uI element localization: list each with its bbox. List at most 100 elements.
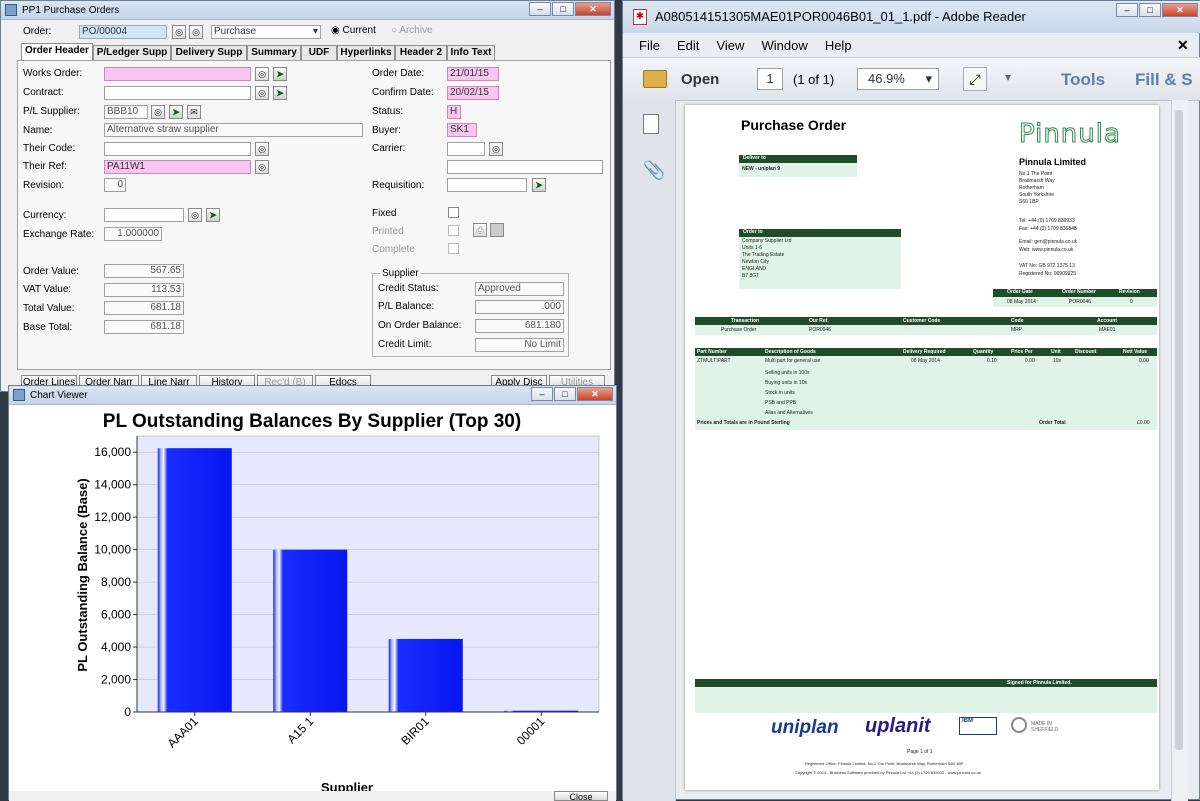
menu-window[interactable]: Window <box>762 38 808 53</box>
order-number-field[interactable]: PO/00004 <box>79 25 167 39</box>
vat-value-field[interactable]: 113.53 <box>104 283 184 297</box>
name-field[interactable]: Alternative straw supplier <box>104 123 363 137</box>
tab-delivery-supp[interactable]: Delivery Supp <box>171 45 247 60</box>
pl-supplier-field[interactable]: BBB10 <box>104 105 148 119</box>
binoculars-icon[interactable]: ◎ <box>255 86 269 100</box>
minimize-button[interactable]: – <box>531 387 553 401</box>
contract-field[interactable] <box>104 86 251 100</box>
credit-limit-field[interactable]: No Limit <box>475 338 564 352</box>
page-number-input[interactable]: 1 <box>757 68 783 90</box>
confirm-date-field[interactable]: 20/02/15 <box>447 86 499 100</box>
supplier-group-title: Supplier <box>380 268 421 279</box>
chart-titlebar[interactable]: Chart Viewer – □ ✕ <box>9 386 616 405</box>
carrier-code-field[interactable] <box>447 142 485 156</box>
status-label: Status: <box>372 106 404 117</box>
y-tick-label: 10,000 <box>94 543 131 557</box>
base-total-field[interactable]: 681.18 <box>104 320 184 334</box>
minimize-button[interactable]: – <box>1116 3 1138 17</box>
menu-view[interactable]: View <box>716 38 744 53</box>
revision-field[interactable]: 0 <box>104 178 126 192</box>
complete-checkbox[interactable] <box>448 243 459 254</box>
works-order-field[interactable] <box>104 67 251 81</box>
document-icon[interactable] <box>490 223 504 237</box>
tab-header-2[interactable]: Header 2 <box>395 45 447 60</box>
requisition-field[interactable] <box>447 178 527 192</box>
prices-note: Prices and Totals are in Pound Sterling <box>697 420 790 426</box>
binoculars-icon[interactable]: ◎ <box>255 160 269 174</box>
carrier-name-field[interactable] <box>447 160 603 174</box>
pdf-heading: Purchase Order <box>741 117 847 133</box>
minimize-button[interactable]: – <box>529 2 551 16</box>
their-code-field[interactable] <box>104 142 251 156</box>
reader-titlebar[interactable]: ✱ A080514151305MAE01POR0046B01_01_1.pdf … <box>623 1 1200 33</box>
status-field[interactable]: H <box>447 105 461 119</box>
total-value-field[interactable]: 681.18 <box>104 301 184 315</box>
binoculars-icon[interactable]: ◎ <box>188 208 202 222</box>
vertical-scrollbar[interactable] <box>1171 100 1188 801</box>
printed-checkbox[interactable] <box>448 225 459 236</box>
revision-label: Revision: <box>23 180 65 191</box>
address-line: Units 1-6 <box>742 245 763 251</box>
menu-help[interactable]: Help <box>825 38 852 53</box>
maximize-button[interactable]: □ <box>552 2 574 16</box>
folder-icon[interactable] <box>643 70 667 88</box>
paperclip-icon[interactable]: 📎 <box>643 160 665 181</box>
binoculars-icon[interactable]: ◎ <box>172 25 186 39</box>
tab-udf[interactable]: UDF <box>301 45 337 60</box>
arrow-right-icon[interactable]: ➤ <box>273 86 287 100</box>
tools-button[interactable]: Tools <box>1061 70 1105 90</box>
x-tick-label: 00001 <box>514 714 548 748</box>
menu-edit[interactable]: Edit <box>677 38 699 53</box>
currency-field[interactable] <box>104 208 184 222</box>
binoculars-icon[interactable]: ◎ <box>189 25 203 39</box>
order-date-label: Order Date: <box>372 68 425 79</box>
close-window-button[interactable]: ✕ <box>577 387 613 401</box>
buyer-field[interactable]: SK1 <box>447 123 477 137</box>
fixed-checkbox[interactable] <box>448 207 459 218</box>
bar[interactable] <box>157 448 232 712</box>
arrow-right-icon[interactable]: ➤ <box>273 67 287 81</box>
bar[interactable] <box>273 549 348 712</box>
fullscreen-icon[interactable]: ⤢ <box>963 67 987 91</box>
tab-summary[interactable]: Summary <box>247 45 301 60</box>
binoculars-icon[interactable]: ◎ <box>151 105 165 119</box>
arrow-right-icon[interactable]: ➤ <box>206 208 220 222</box>
maximize-button[interactable]: □ <box>1139 3 1161 17</box>
arrow-right-icon[interactable]: ➤ <box>532 178 546 192</box>
exchange-rate-field[interactable]: 1.000000 <box>104 227 162 241</box>
tab-info-text[interactable]: Info Text <box>447 45 495 60</box>
close-button[interactable]: ✕ <box>575 2 611 16</box>
toolbar-menu-icon[interactable]: ▾ <box>1005 70 1011 84</box>
order-value-field[interactable]: 567.65 <box>104 264 184 278</box>
y-tick-label: 6,000 <box>101 608 131 622</box>
fill-sign-button[interactable]: Fill & S <box>1135 70 1193 90</box>
printer-icon[interactable]: ⎙ <box>473 223 487 237</box>
radio-archive[interactable]: ○ Archive <box>391 25 433 36</box>
pl-balance-field[interactable]: .000 <box>475 300 564 314</box>
pages-icon[interactable] <box>643 114 659 134</box>
close-button[interactable]: ✕ <box>1162 3 1198 17</box>
binoculars-icon[interactable]: ◎ <box>255 142 269 156</box>
order-date-field[interactable]: 21/01/15 <box>447 67 499 81</box>
bar[interactable] <box>388 638 463 712</box>
close-document-icon[interactable]: ✕ <box>1177 37 1189 54</box>
credit-status-field[interactable]: Approved <box>475 282 564 296</box>
zoom-select[interactable]: 46.9% ▾ <box>857 68 939 90</box>
binoculars-icon[interactable]: ◎ <box>489 142 503 156</box>
tab-hyperlinks[interactable]: Hyperlinks <box>337 45 395 60</box>
on-order-balance-field[interactable]: 681.180 <box>475 319 564 333</box>
maximize-button[interactable]: □ <box>554 387 576 401</box>
binoculars-icon[interactable]: ◎ <box>255 67 269 81</box>
order-type-select[interactable]: Purchase ▾ <box>211 25 321 39</box>
tab-order-header[interactable]: Order Header <box>21 43 93 60</box>
menu-file[interactable]: File <box>639 38 660 53</box>
arrow-right-icon[interactable]: ➤ <box>169 105 183 119</box>
scrollbar-thumb[interactable] <box>1175 110 1183 750</box>
order-date-header: Order Date <box>1007 289 1033 295</box>
open-button[interactable]: Open <box>681 71 719 88</box>
envelope-icon[interactable]: ✉ <box>187 105 201 119</box>
their-ref-field[interactable]: PA11W1 <box>104 160 251 174</box>
tab-p-ledger-supp[interactable]: P/Ledger Supp <box>93 45 171 60</box>
radio-current[interactable]: ◉ Current <box>331 25 376 36</box>
po-titlebar[interactable]: PP1 Purchase Orders – □ ✕ <box>1 1 614 20</box>
